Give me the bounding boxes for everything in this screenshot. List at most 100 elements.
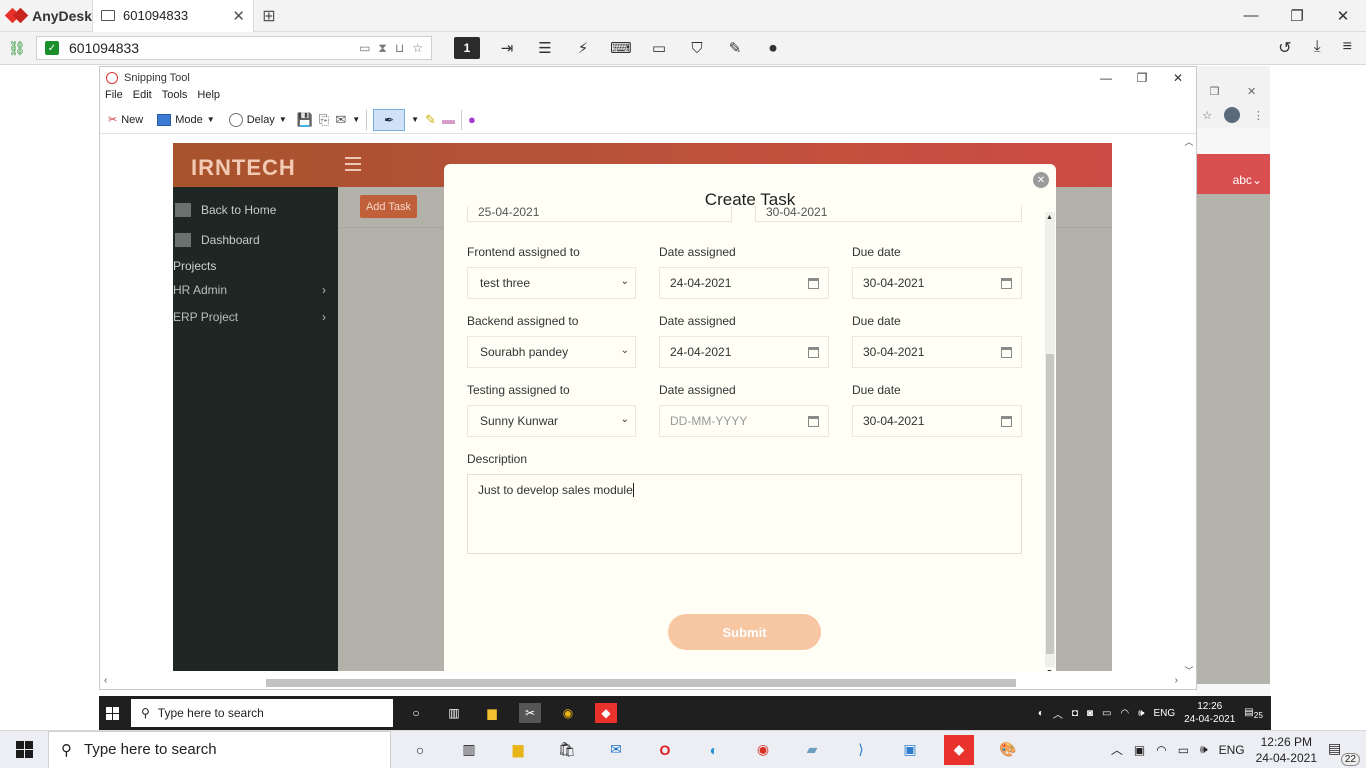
menu-edit[interactable]: Edit bbox=[133, 89, 152, 106]
mail-icon[interactable]: ✉ bbox=[601, 735, 631, 765]
actions-lightning-icon[interactable]: ⚡ bbox=[572, 39, 594, 57]
scroll-left-icon[interactable]: ‹ bbox=[104, 675, 107, 686]
hamburger-menu-icon[interactable]: ≡ bbox=[1343, 38, 1352, 58]
notifications-icon[interactable]: ▤25 bbox=[1244, 707, 1263, 720]
volume-icon[interactable]: 🕪 bbox=[1138, 708, 1144, 719]
snip-close-button[interactable]: ✕ bbox=[1160, 71, 1196, 85]
tray-app-icon[interactable]: ▣ bbox=[1134, 743, 1145, 757]
remote-start-button[interactable] bbox=[99, 696, 125, 730]
description-textarea[interactable]: Just to develop sales module bbox=[467, 474, 1022, 554]
file-explorer-icon[interactable]: ▆ bbox=[481, 703, 503, 723]
network-icon[interactable]: ▭ bbox=[1178, 743, 1189, 757]
frontend-assignee-select[interactable]: test three ⌄ bbox=[467, 267, 636, 299]
backend-due-input[interactable]: 30-04-2021 bbox=[852, 336, 1022, 368]
edge-icon[interactable]: ◐ bbox=[699, 735, 729, 765]
close-tab-icon[interactable]: ✕ bbox=[232, 7, 245, 25]
app-tray-icon[interactable]: ◐ bbox=[1038, 708, 1044, 719]
history-icon[interactable]: ↺ bbox=[1278, 38, 1291, 58]
file-explorer-icon[interactable]: ▆ bbox=[503, 735, 533, 765]
snipping-tool-app-icon[interactable]: ✂ bbox=[519, 703, 541, 723]
cortana-icon[interactable]: ○ bbox=[405, 735, 435, 765]
scroll-thumb[interactable] bbox=[266, 679, 1016, 687]
avatar[interactable] bbox=[1224, 107, 1241, 123]
send-icon[interactable]: ✉ bbox=[335, 112, 346, 128]
scroll-right-icon[interactable]: › bbox=[1175, 675, 1178, 686]
tray-expand-icon[interactable]: ︿ bbox=[1053, 706, 1063, 721]
highlighter-icon[interactable]: ✎ bbox=[425, 112, 436, 128]
testing-due-input[interactable]: 30-04-2021 bbox=[852, 405, 1022, 437]
extension-star-icon[interactable]: ☆ bbox=[1202, 109, 1212, 122]
dropdown-arrow-icon[interactable]: ▼ bbox=[352, 115, 360, 124]
language-indicator[interactable]: ENG bbox=[1153, 708, 1175, 719]
anydesk-app-icon[interactable]: ◆ bbox=[944, 734, 974, 765]
anydesk-app-icon[interactable]: ◆ bbox=[595, 703, 617, 723]
tray-icon[interactable]: ◙ bbox=[1087, 708, 1093, 719]
language-indicator[interactable]: ENG bbox=[1219, 743, 1245, 757]
notifications-icon[interactable]: ▤ 22 bbox=[1328, 740, 1360, 766]
snip-vertical-scrollbar[interactable]: ︿ ﹀ bbox=[1182, 135, 1196, 679]
record-icon[interactable]: ⏺ bbox=[762, 40, 784, 57]
wifi-icon[interactable]: ◠ bbox=[1120, 708, 1129, 719]
scroll-up-icon[interactable]: ︿ bbox=[1182, 135, 1196, 148]
chrome-icon[interactable]: ◉ bbox=[557, 703, 579, 723]
task-view-icon[interactable]: ▥ bbox=[443, 703, 465, 723]
calendar-icon[interactable] bbox=[808, 278, 819, 289]
frontend-date-input[interactable]: 24-04-2021 bbox=[659, 267, 829, 299]
restore-icon[interactable]: ❐ bbox=[1210, 85, 1220, 98]
chat-icon[interactable]: ☰ bbox=[534, 39, 556, 57]
paint-3d-icon[interactable]: ● bbox=[468, 112, 476, 127]
tray-icon[interactable]: ◘ bbox=[1072, 708, 1078, 719]
download-icon[interactable]: ⤓ bbox=[1314, 38, 1321, 58]
sidebar-item-dashboard[interactable]: Dashboard bbox=[173, 225, 338, 255]
calendar-icon[interactable] bbox=[808, 416, 819, 427]
frontend-due-input[interactable]: 30-04-2021 bbox=[852, 267, 1022, 299]
battery-icon[interactable]: ▭ bbox=[1102, 708, 1111, 719]
whiteboard-pen-icon[interactable]: ✎ bbox=[724, 39, 746, 57]
monitor-off-icon[interactable]: ▭ bbox=[359, 41, 370, 56]
menu-tools[interactable]: Tools bbox=[162, 89, 188, 106]
cortana-icon[interactable]: ○ bbox=[405, 703, 427, 723]
volume-icon[interactable]: 🕪 bbox=[1200, 742, 1208, 757]
remote-search-box[interactable]: ⚲ Type here to search bbox=[131, 699, 393, 727]
menu-file[interactable]: File bbox=[105, 89, 123, 106]
partial-date-field[interactable]: 25-04-2021 bbox=[467, 206, 732, 222]
dropdown-arrow-icon[interactable]: ▼ bbox=[411, 115, 419, 124]
keyboard-icon[interactable]: ⌨ bbox=[610, 39, 632, 57]
paint-icon[interactable]: 🎨 bbox=[993, 735, 1023, 765]
terminal-icon[interactable]: ▰ bbox=[797, 735, 827, 765]
backend-date-input[interactable]: 24-04-2021 bbox=[659, 336, 829, 368]
scroll-thumb[interactable] bbox=[1046, 354, 1054, 654]
copy-icon[interactable]: ⎘ bbox=[319, 112, 329, 128]
sidebar-item-hr-admin[interactable]: HR Admin › bbox=[173, 277, 338, 304]
close-button[interactable]: ✕ bbox=[1320, 0, 1366, 32]
maximize-button[interactable]: ❐ bbox=[1274, 0, 1320, 32]
clock[interactable]: 12:26 PM 24-04-2021 bbox=[1256, 734, 1317, 766]
mode-button[interactable]: Mode ▼ bbox=[153, 112, 218, 128]
permissions-shield-icon[interactable]: ⛉ bbox=[686, 40, 708, 57]
submit-button[interactable]: Submit bbox=[668, 614, 821, 650]
new-snip-button[interactable]: ✂ New bbox=[104, 111, 147, 128]
delay-button[interactable]: Delay ▼ bbox=[225, 111, 291, 129]
address-bar[interactable]: ✓ 601094833 ▭ ⧗ ⊔ ☆ bbox=[36, 36, 432, 60]
database-icon[interactable]: ⊔ bbox=[395, 41, 404, 56]
add-task-button[interactable]: Add Task bbox=[360, 195, 417, 218]
snip-minimize-button[interactable]: — bbox=[1088, 71, 1124, 85]
modal-scrollbar[interactable]: ▲ ▼ bbox=[1044, 212, 1056, 671]
opera-icon[interactable]: O bbox=[650, 735, 680, 765]
hamburger-icon[interactable] bbox=[345, 157, 361, 175]
vscode-icon[interactable]: ⟩ bbox=[846, 735, 876, 765]
sidebar-item-erp-project[interactable]: ERP Project › bbox=[173, 304, 338, 331]
remote-screen[interactable]: ❐ ✕ ☆ ⋮ abc ⌄ Snipping Tool — ❐ ✕ File E… bbox=[0, 66, 1366, 730]
file-transfer-icon[interactable]: ⇥ bbox=[496, 39, 518, 57]
calendar-icon[interactable] bbox=[1001, 278, 1012, 289]
calendar-icon[interactable] bbox=[1001, 416, 1012, 427]
calendar-icon[interactable] bbox=[808, 347, 819, 358]
remote-desktop-icon[interactable]: ▣ bbox=[895, 735, 925, 765]
backend-assignee-select[interactable]: Sourabh pandey ⌄ bbox=[467, 336, 636, 368]
session-tab[interactable]: 601094833 ✕ bbox=[92, 0, 254, 32]
chrome-icon[interactable]: ◉ bbox=[748, 735, 778, 765]
display-icon[interactable]: ▭ bbox=[648, 39, 670, 57]
menu-help[interactable]: Help bbox=[197, 89, 220, 106]
close-icon[interactable]: ✕ bbox=[1247, 85, 1256, 98]
save-icon[interactable]: 💾 bbox=[297, 112, 313, 128]
